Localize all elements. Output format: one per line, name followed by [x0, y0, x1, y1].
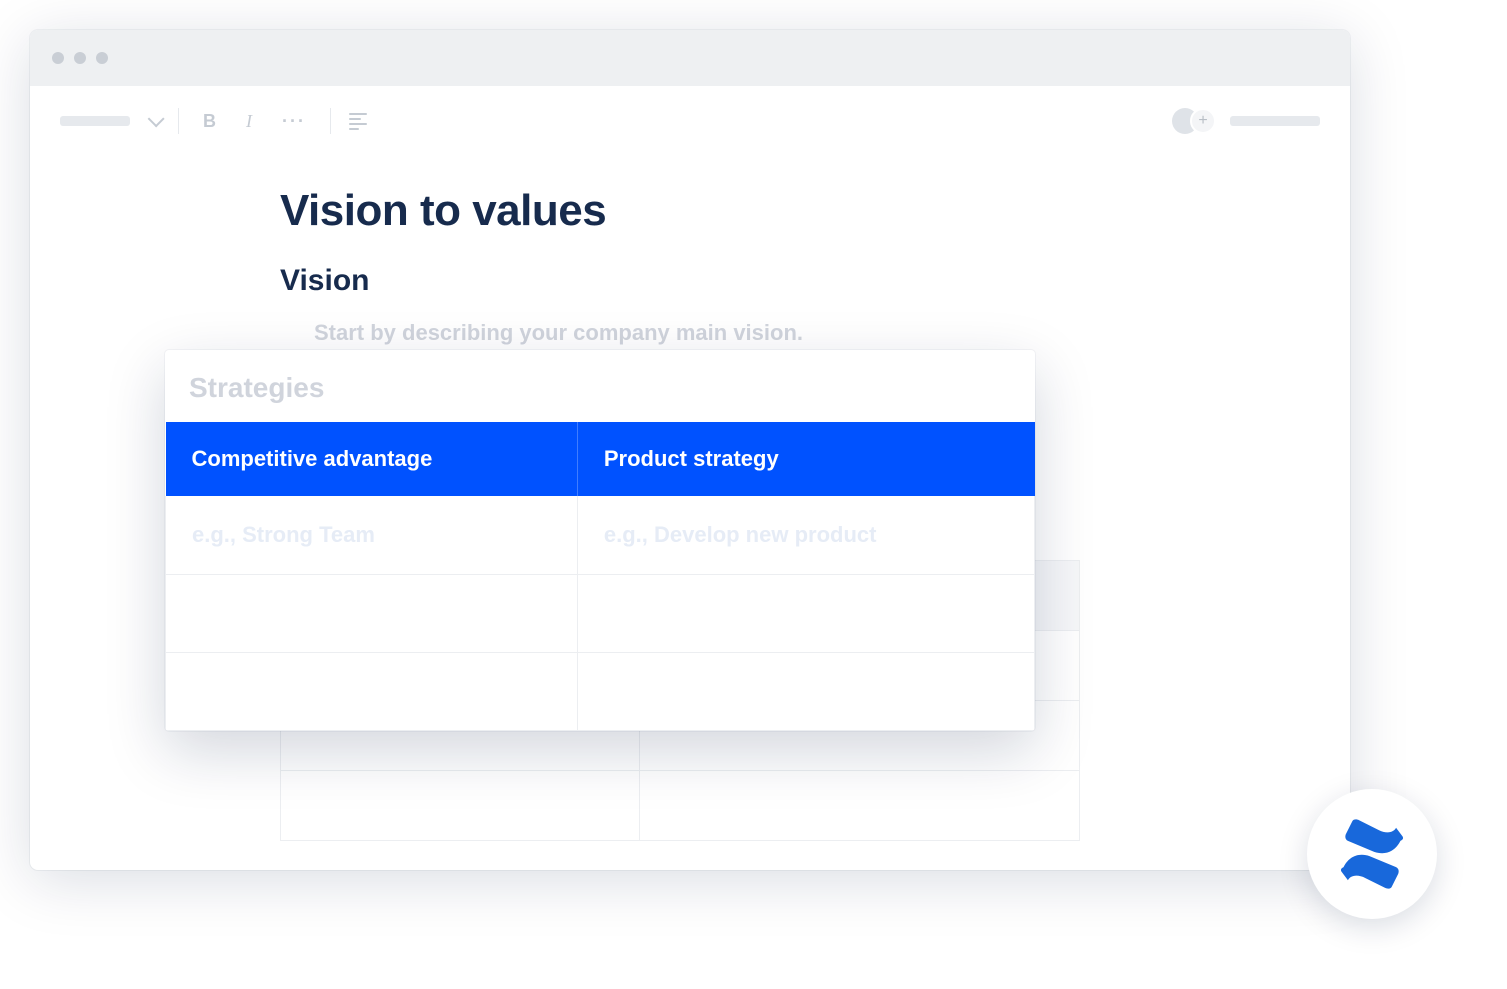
table-row: [281, 771, 1080, 841]
strategies-cell[interactable]: e.g., Develop new product: [577, 496, 1034, 574]
publish-button-placeholder[interactable]: [1230, 116, 1320, 126]
vision-placeholder-text[interactable]: Start by describing your company main vi…: [280, 320, 1350, 346]
strategies-column-header-competitive[interactable]: Competitive advantage: [166, 422, 578, 496]
toolbar-separator: [178, 108, 179, 134]
strategies-card: Strategies Competitive advantage Product…: [165, 350, 1035, 731]
page-title[interactable]: Vision to values: [280, 186, 1350, 236]
add-collaborator-button[interactable]: +: [1190, 108, 1216, 134]
more-formatting-button[interactable]: ···: [276, 107, 312, 136]
strategies-cell[interactable]: e.g., Strong Team: [166, 496, 578, 574]
toolbar-separator: [330, 108, 331, 134]
strategies-cell[interactable]: [577, 574, 1034, 652]
table-row: [166, 574, 1035, 652]
toolbar-left: B I ···: [60, 107, 367, 136]
strategies-cell[interactable]: [577, 652, 1034, 730]
browser-titlebar: [30, 30, 1350, 86]
italic-button[interactable]: I: [240, 107, 258, 136]
align-left-icon[interactable]: [349, 113, 367, 130]
bg-table-cell[interactable]: [639, 771, 1079, 841]
strategies-heading[interactable]: Strategies: [165, 350, 1035, 422]
style-dropdown-placeholder[interactable]: [60, 116, 130, 126]
strategies-cell[interactable]: [166, 652, 578, 730]
bold-button[interactable]: B: [197, 107, 222, 136]
window-control-dot: [74, 52, 86, 64]
window-control-dot: [52, 52, 64, 64]
window-control-dot: [96, 52, 108, 64]
confluence-logo-badge: [1307, 789, 1437, 919]
bg-table-cell[interactable]: [281, 771, 640, 841]
chevron-down-icon[interactable]: [148, 110, 165, 127]
strategies-table[interactable]: Competitive advantage Product strategy e…: [165, 422, 1035, 731]
table-row: [166, 652, 1035, 730]
document-body[interactable]: Vision to values Vision Start by describ…: [30, 186, 1350, 346]
toolbar-right: +: [1172, 108, 1320, 134]
confluence-logo-icon: [1337, 819, 1407, 889]
section-heading-vision[interactable]: Vision: [280, 264, 1350, 298]
editor-toolbar: B I ··· +: [30, 86, 1350, 156]
strategies-cell[interactable]: [166, 574, 578, 652]
strategies-column-header-product[interactable]: Product strategy: [577, 422, 1034, 496]
table-row: e.g., Strong Team e.g., Develop new prod…: [166, 496, 1035, 574]
